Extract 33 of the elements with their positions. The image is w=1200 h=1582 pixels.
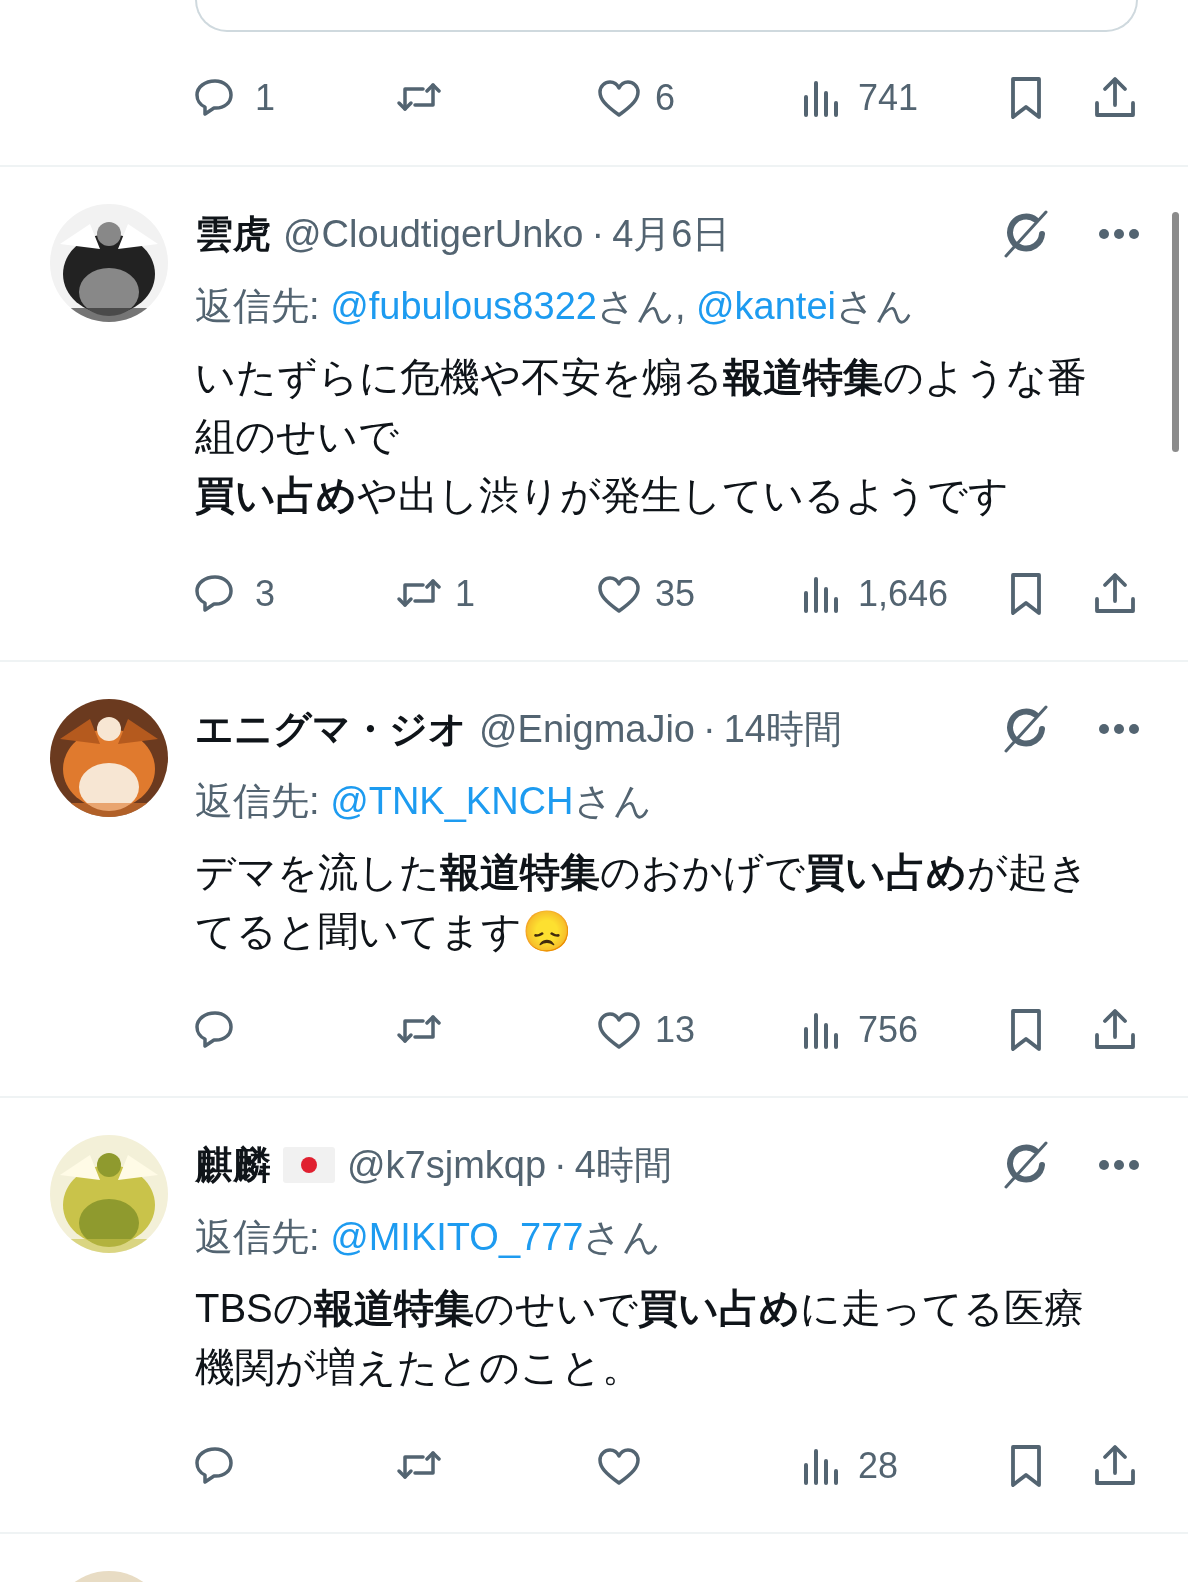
action-count: 28 bbox=[858, 1448, 899, 1484]
more-icon[interactable] bbox=[1098, 723, 1140, 735]
scrollbar[interactable] bbox=[1172, 212, 1179, 452]
tweet-text: デマを流した報道特集のおかげで買い占めが起きてると聞いてます😞 bbox=[195, 849, 1090, 955]
tweet-text: TBSの報道特集のせいで買い占めに走ってる医療機関が増えたとのこと。 bbox=[195, 1285, 1085, 1391]
display-name[interactable]: 雲虎 bbox=[195, 205, 271, 263]
tweet-text: いたずらに危機や不安を煽る報道特集のような番組のせいで bbox=[195, 354, 1088, 460]
action-count: 6 bbox=[655, 80, 676, 116]
timestamp[interactable]: 4月6日 bbox=[612, 205, 731, 263]
handle[interactable]: @EnigmaJio bbox=[479, 700, 695, 758]
more-icon[interactable] bbox=[1098, 1159, 1140, 1171]
action-count: 1 bbox=[455, 576, 476, 612]
action-count: 741 bbox=[858, 80, 919, 116]
reply-to-line: 返信先: @fubulous8322さん, @kanteiさん bbox=[195, 283, 914, 329]
separator-dot: · bbox=[591, 211, 605, 257]
tweet-text: 買い占めや出し渋りが発生しているようです bbox=[195, 472, 1010, 519]
action-count: 756 bbox=[858, 1012, 919, 1048]
separator-dot: · bbox=[554, 1142, 567, 1188]
separator-dot: · bbox=[703, 706, 716, 752]
reply-to-line: 返信先: @MIKITO_777さん bbox=[195, 1214, 662, 1260]
reply-to-line: 返信先: @TNK_KNCH さん bbox=[195, 778, 652, 824]
handle[interactable]: @CloudtigerUnko bbox=[283, 205, 584, 263]
action-count: 1 bbox=[255, 80, 276, 116]
action-count: 35 bbox=[655, 576, 696, 612]
display-name[interactable]: 麒麟 bbox=[195, 1136, 271, 1194]
action-count: 13 bbox=[655, 1012, 696, 1048]
more-icon[interactable] bbox=[1098, 228, 1140, 240]
timestamp[interactable]: 4時間 bbox=[574, 1136, 672, 1194]
action-count: 1,646 bbox=[858, 576, 949, 612]
action-count: 3 bbox=[255, 576, 276, 612]
timestamp[interactable]: 14時間 bbox=[723, 700, 842, 758]
display-name[interactable]: エニグマ・ジオ bbox=[195, 700, 467, 758]
handle[interactable]: @k7sjmkqp bbox=[347, 1136, 547, 1194]
